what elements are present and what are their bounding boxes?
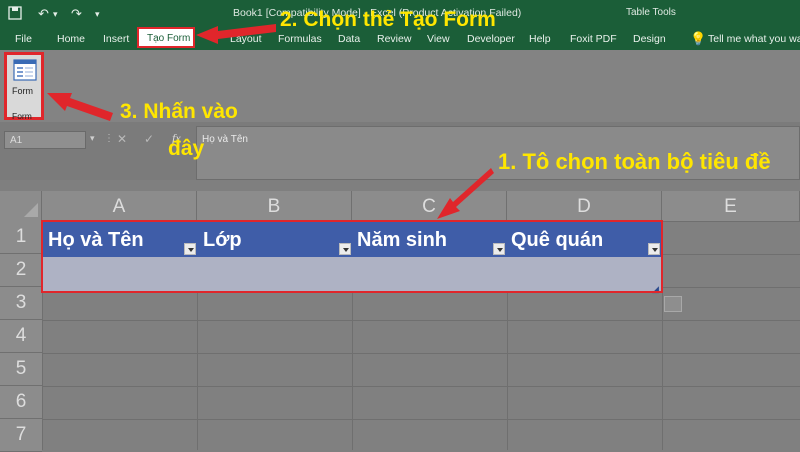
annotation-arrows	[47, 24, 494, 219]
step3-annotation: 3. Nhấn vào	[120, 100, 238, 123]
arrow-step3	[47, 93, 113, 121]
arrow-step2	[196, 24, 276, 44]
step2-annotation: 2. Chọn thẻ Tạo Form	[280, 8, 496, 31]
step3-annotation-line2: đây	[168, 137, 205, 160]
step1-annotation: 1. Tô chọn toàn bộ tiêu đề	[498, 149, 771, 174]
arrow-step1	[437, 168, 494, 219]
